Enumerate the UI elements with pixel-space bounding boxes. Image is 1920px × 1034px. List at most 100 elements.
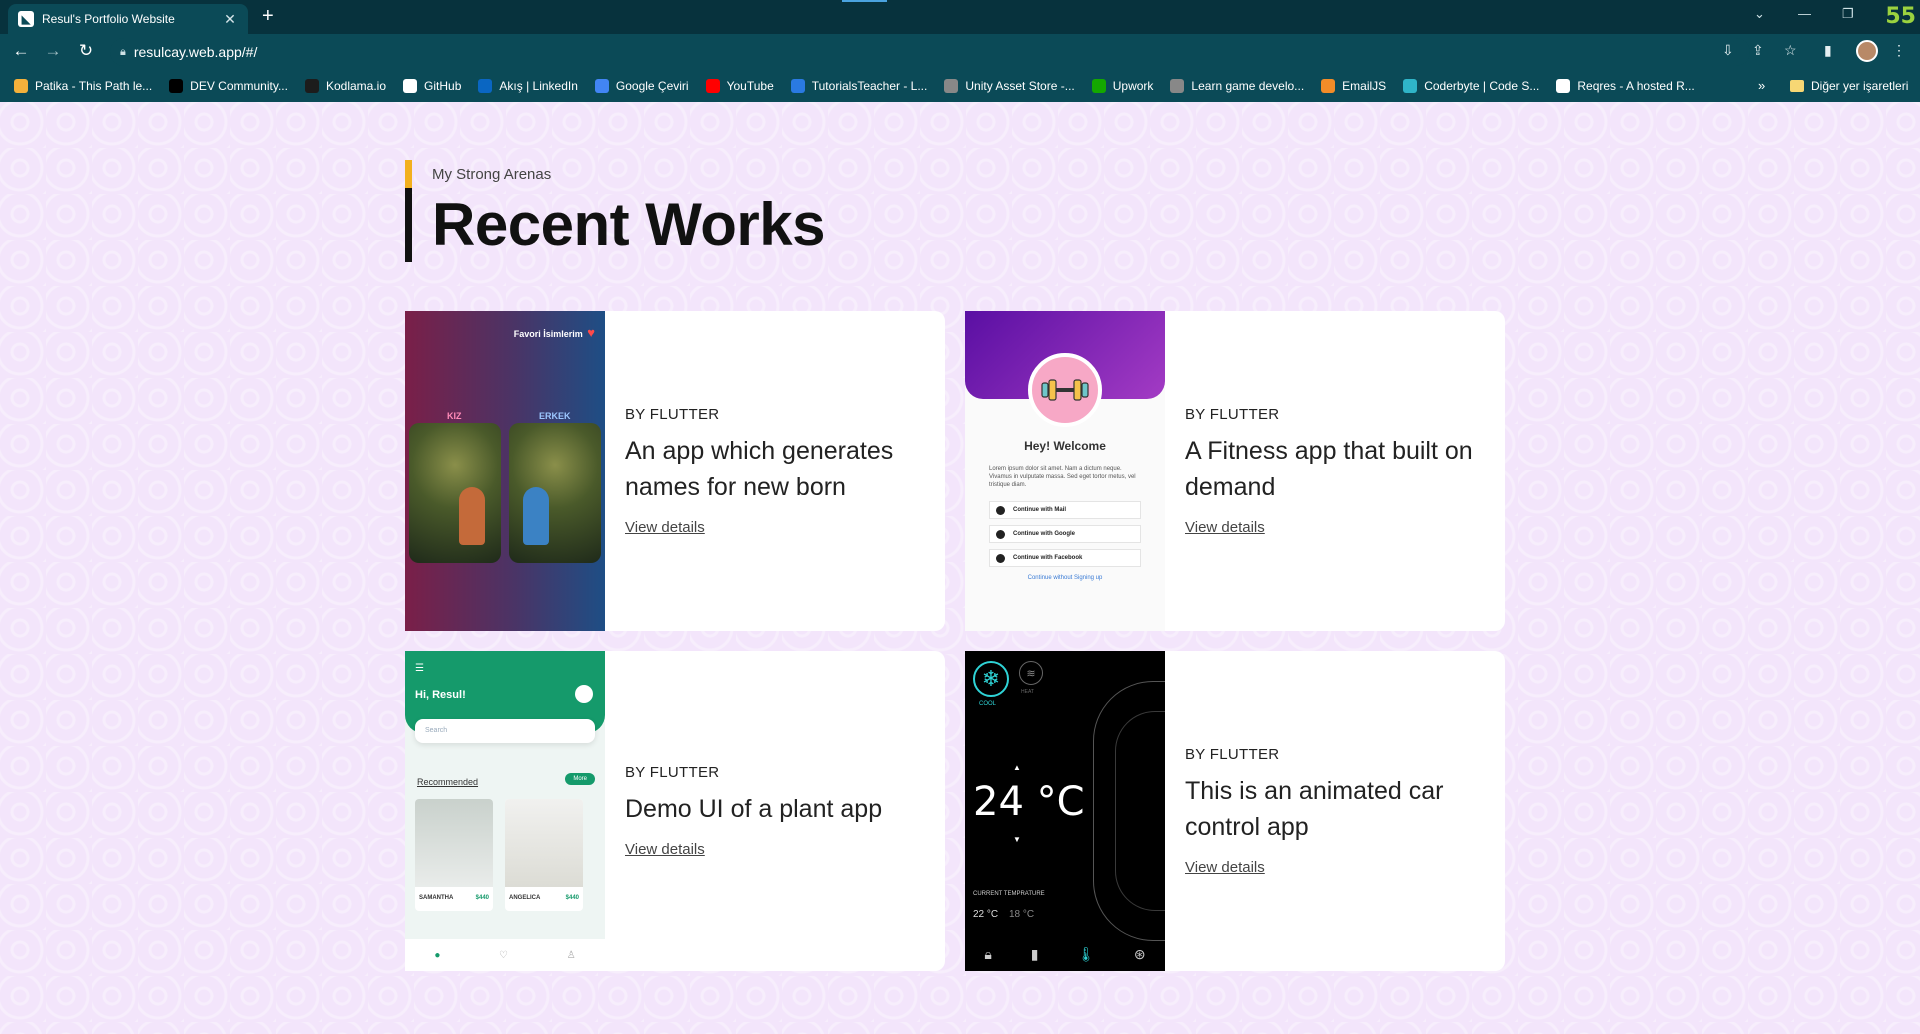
view-details-link[interactable]: View details (625, 841, 705, 858)
bookmark-item[interactable]: YouTube (705, 79, 774, 93)
car-controls: 🔒︎ ▮ 🌡︎ ⊛ (965, 946, 1165, 963)
new-tab-button[interactable]: + (262, 6, 274, 26)
menu-kebab-icon[interactable]: ⋮ (1892, 42, 1906, 59)
work-info: BY FLUTTER A Fitness app that built on d… (1185, 311, 1485, 631)
temperature-value: 24 °C (973, 779, 1085, 825)
work-info: BY FLUTTER An app which generates names … (625, 311, 925, 631)
aloe-plant-image (415, 799, 493, 887)
favorites-label: Favori İsimlerim ♥ (513, 325, 595, 340)
upwork-icon (1091, 79, 1106, 93)
google-button: Continue with Google (989, 525, 1141, 543)
bookmark-label: EmailJS (1342, 79, 1387, 93)
welcome-text: Hey! Welcome (1024, 439, 1106, 453)
snowflake-icon: ❄ (973, 661, 1009, 697)
bookmark-item[interactable]: DEV Community... (169, 79, 288, 93)
install-app-icon[interactable]: ⇩ (1722, 42, 1734, 59)
other-bookmarks[interactable]: Diğer yer işaretleri (1790, 70, 1908, 102)
github-icon (403, 79, 418, 93)
temp-up-icon: ▲ (1013, 763, 1021, 772)
coderbyte-icon (1403, 79, 1418, 93)
boy-photo (509, 423, 601, 563)
bookmark-item[interactable]: Akış | LinkedIn (478, 79, 578, 93)
car-app-screenshot: ❄ ≋ COOL HEAT ▲ 24 °C ▼ CURRENT TEMPRATU… (965, 651, 1165, 971)
girl-doll (459, 487, 485, 545)
bookmark-item[interactable]: Kodlama.io (304, 79, 387, 93)
active-tab[interactable]: ◣ Resul's Portfolio Website ✕ (8, 4, 248, 34)
bookmark-label: Learn game develo... (1191, 79, 1305, 93)
bookmarks-overflow-icon[interactable]: » (1758, 78, 1765, 93)
dev-icon (169, 79, 184, 93)
back-arrow-icon[interactable]: ← (10, 41, 32, 61)
bookmark-item[interactable]: TutorialsTeacher - L... (790, 79, 928, 93)
plant-app-screenshot: ☰ Hi, Resul! Search Recommended More SAM… (405, 651, 605, 971)
work-framework: BY FLUTTER (1185, 745, 1280, 763)
skip-link: Continue without Signing up (1027, 575, 1103, 581)
bookmark-star-icon[interactable]: ☆ (1784, 42, 1797, 59)
app-logo-icon (575, 685, 593, 703)
plant-card: SAMANTHA $440 (415, 799, 493, 911)
more-button: More (565, 773, 595, 785)
flutter-favicon-icon: ◣ (18, 11, 34, 27)
work-card[interactable]: ☰ Hi, Resul! Search Recommended More SAM… (405, 651, 945, 971)
work-card[interactable]: ❄ ≋ COOL HEAT ▲ 24 °C ▼ CURRENT TEMPRATU… (965, 651, 1505, 971)
bookmark-label: TutorialsTeacher - L... (811, 79, 928, 93)
bookmark-item[interactable]: Reqres - A hosted R... (1556, 79, 1695, 93)
minimize-icon[interactable]: — (1798, 6, 1811, 21)
view-details-link[interactable]: View details (1185, 519, 1265, 536)
tab-title: Resul's Portfolio Website (42, 12, 175, 26)
plant-card: ANGELICA $440 (505, 799, 583, 911)
section-eyebrow: My Strong Arenas (432, 166, 552, 183)
close-tab-icon[interactable]: ✕ (222, 11, 238, 28)
reload-icon[interactable]: ↻ (75, 41, 97, 61)
view-details-link[interactable]: View details (1185, 859, 1265, 876)
user-icon: ♙ (566, 949, 576, 961)
other-bookmarks-label: Diğer yer işaretleri (1811, 79, 1909, 93)
profile-avatar[interactable] (1856, 40, 1878, 62)
bookmark-label: DEV Community... (190, 79, 288, 93)
forward-arrow-icon[interactable]: → (42, 41, 64, 61)
bookmark-label: Upwork (1112, 79, 1154, 93)
bookmark-label: Kodlama.io (325, 79, 387, 93)
recommended-label: Recommended (417, 777, 479, 787)
heat-label: HEAT (1021, 689, 1034, 695)
boy-doll (523, 487, 549, 545)
side-panel-icon[interactable]: ▮ (1824, 42, 1832, 59)
work-info: BY FLUTTER Demo UI of a plant app View d… (625, 651, 925, 971)
bookmark-item[interactable]: Learn game develo... (1170, 79, 1304, 93)
potted-plant-image (505, 799, 583, 887)
url-field[interactable]: 🔒︎ resulcay.web.app/#/ (110, 38, 1750, 66)
bookmark-item[interactable]: Google Çeviri (594, 79, 689, 93)
thermometer-icon: 🌡︎ (1077, 946, 1096, 962)
bookmark-item[interactable]: Upwork (1091, 79, 1154, 93)
translate-icon (594, 79, 609, 93)
facebook-button: Continue with Facebook (989, 549, 1141, 567)
view-details-link[interactable]: View details (625, 519, 705, 536)
greeting-text: Hi, Resul! (415, 689, 466, 701)
bookmark-label: YouTube (726, 79, 774, 93)
bookmark-item[interactable]: EmailJS (1321, 79, 1386, 93)
fitness-app-screenshot: Hey! Welcome Lorem ipsum dolor sit amet.… (965, 311, 1165, 631)
restore-icon[interactable]: ❐ (1842, 6, 1854, 22)
mail-button: Continue with Mail (989, 501, 1141, 519)
tab-search-icon[interactable]: ⌄ (1754, 6, 1765, 22)
section-header: My Strong Arenas Recent Works (405, 160, 826, 262)
page-content: My Strong Arenas Recent Works Favori İsi… (0, 102, 1920, 1034)
inside-temp: 22 °C (973, 909, 999, 920)
unity-icon (944, 79, 959, 93)
bookmark-item[interactable]: Unity Asset Store -... (944, 79, 1075, 93)
bookmark-item[interactable]: GitHub (403, 79, 461, 93)
overlay-counter: 55 (1885, 4, 1916, 29)
work-title: A Fitness app that built on demand (1185, 436, 1473, 501)
work-info: BY FLUTTER This is an animated car contr… (1185, 651, 1485, 971)
heart-icon: ♥ (587, 325, 595, 340)
work-card[interactable]: Favori İsimlerim ♥ KIZ ERKEK BY FLUTTER … (405, 311, 945, 631)
battery-icon: ▮ (1030, 946, 1039, 962)
work-card[interactable]: Hey! Welcome Lorem ipsum dolor sit amet.… (965, 311, 1505, 631)
tyre-icon: ⊛ (1133, 946, 1146, 962)
url-text: resulcay.web.app/#/ (133, 44, 258, 60)
bookmark-label: Reqres - A hosted R... (1577, 79, 1695, 93)
bookmark-item[interactable]: Coderbyte | Code S... (1403, 79, 1539, 93)
work-title: An app which generates names for new bor… (625, 436, 894, 501)
bookmark-item[interactable]: Patika - This Path le... (14, 79, 152, 93)
share-icon[interactable]: ⇪ (1752, 42, 1764, 59)
